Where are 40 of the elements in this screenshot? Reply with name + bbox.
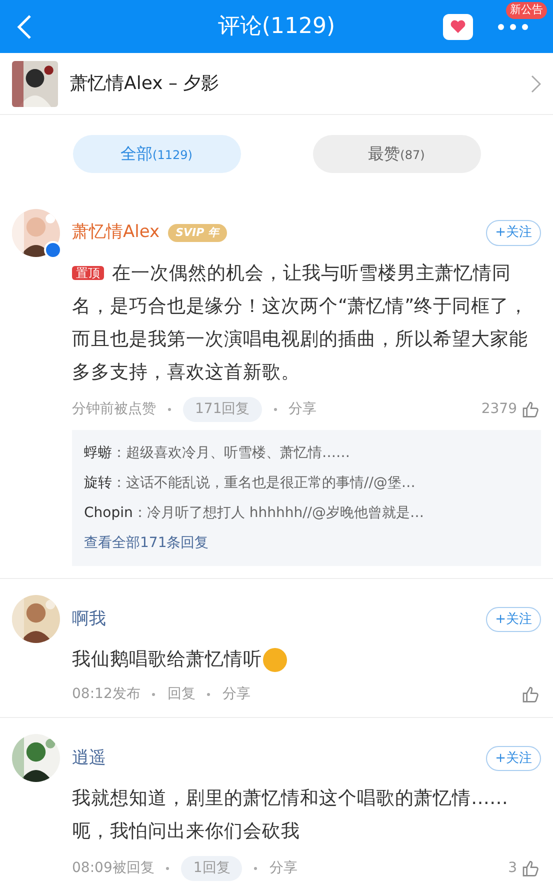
emoji-icon bbox=[263, 648, 287, 672]
user-name[interactable]: 萧忆情Alex bbox=[72, 220, 160, 246]
reply-text: Chopin：冷月听了想打人 hhhhhh//@岁晚他曾就是… bbox=[84, 504, 425, 524]
reply-button[interactable]: 171回复 bbox=[183, 397, 262, 422]
reply-text: 蜉蝣：超级喜欢冷月、听雪楼、萧忆情…… bbox=[84, 444, 351, 464]
thumbs-up-icon[interactable] bbox=[521, 400, 541, 420]
reply-button[interactable]: 回复 bbox=[167, 684, 196, 706]
follow-button[interactable]: +关注 bbox=[486, 220, 541, 246]
reply-text: 旋转：这话不能乱说，重名也是很正常的事情//@堡… bbox=[84, 474, 416, 494]
share-button[interactable]: 分享 bbox=[222, 684, 250, 706]
share-button[interactable]: 分享 bbox=[269, 858, 298, 880]
page-title: 评论(1129) bbox=[218, 13, 336, 41]
comment-text: 我就想知道，剧里的萧忆情和这个唱歌的萧忆情……呃，我怕问出来你们会砍我 bbox=[72, 787, 509, 844]
thumbs-up-icon[interactable] bbox=[521, 858, 541, 879]
comment-time: 分钟前被点赞 bbox=[72, 400, 156, 420]
filter-tab[interactable]: 最赞(87) bbox=[312, 135, 480, 173]
comment-time: 08:09被回复 bbox=[72, 859, 154, 878]
user-name[interactable]: 啊我 bbox=[72, 606, 106, 632]
reply-button[interactable]: 1回复 bbox=[181, 856, 242, 882]
filter-tab[interactable]: 全部(1129) bbox=[72, 135, 240, 173]
song-row[interactable]: 萧忆情Alex – 夕影 bbox=[0, 53, 553, 115]
comment-text: 我仙鹅唱歌给萧忆情听 bbox=[72, 643, 541, 676]
back-icon[interactable] bbox=[16, 14, 32, 40]
song-title: 萧忆情Alex – 夕影 bbox=[70, 72, 220, 96]
chevron-right-icon bbox=[531, 74, 541, 92]
like-count: 2379 bbox=[481, 400, 517, 420]
notice-badge: 新公告 bbox=[506, 2, 547, 18]
user-name[interactable]: 逍遥 bbox=[72, 746, 106, 772]
vip-badge: SVIP 年 bbox=[168, 224, 227, 242]
like-count: 3 bbox=[508, 859, 517, 878]
share-button[interactable]: 分享 bbox=[288, 399, 317, 420]
pinned-tag: 置顶 bbox=[72, 266, 104, 280]
follow-button[interactable]: +关注 bbox=[486, 746, 541, 772]
view-all-replies-link[interactable]: 查看全部171条回复 bbox=[84, 528, 209, 558]
comment-time: 08:12发布 bbox=[72, 685, 140, 704]
thumbs-up-icon[interactable] bbox=[521, 684, 541, 705]
comment-text: 置顶 在一次偶然的机会，让我与听雪楼男主萧忆情同名，是巧合也是缘分！这次两个“萧忆情”终于同框了，而且也是我第一次演唱电视剧的插曲，所以希望大家能多多支持，喜欢这首新歌。 bbox=[72, 262, 530, 386]
follow-button[interactable]: +关注 bbox=[486, 606, 541, 632]
more-icon[interactable] bbox=[497, 22, 529, 30]
verified-badge-icon bbox=[44, 241, 62, 259]
